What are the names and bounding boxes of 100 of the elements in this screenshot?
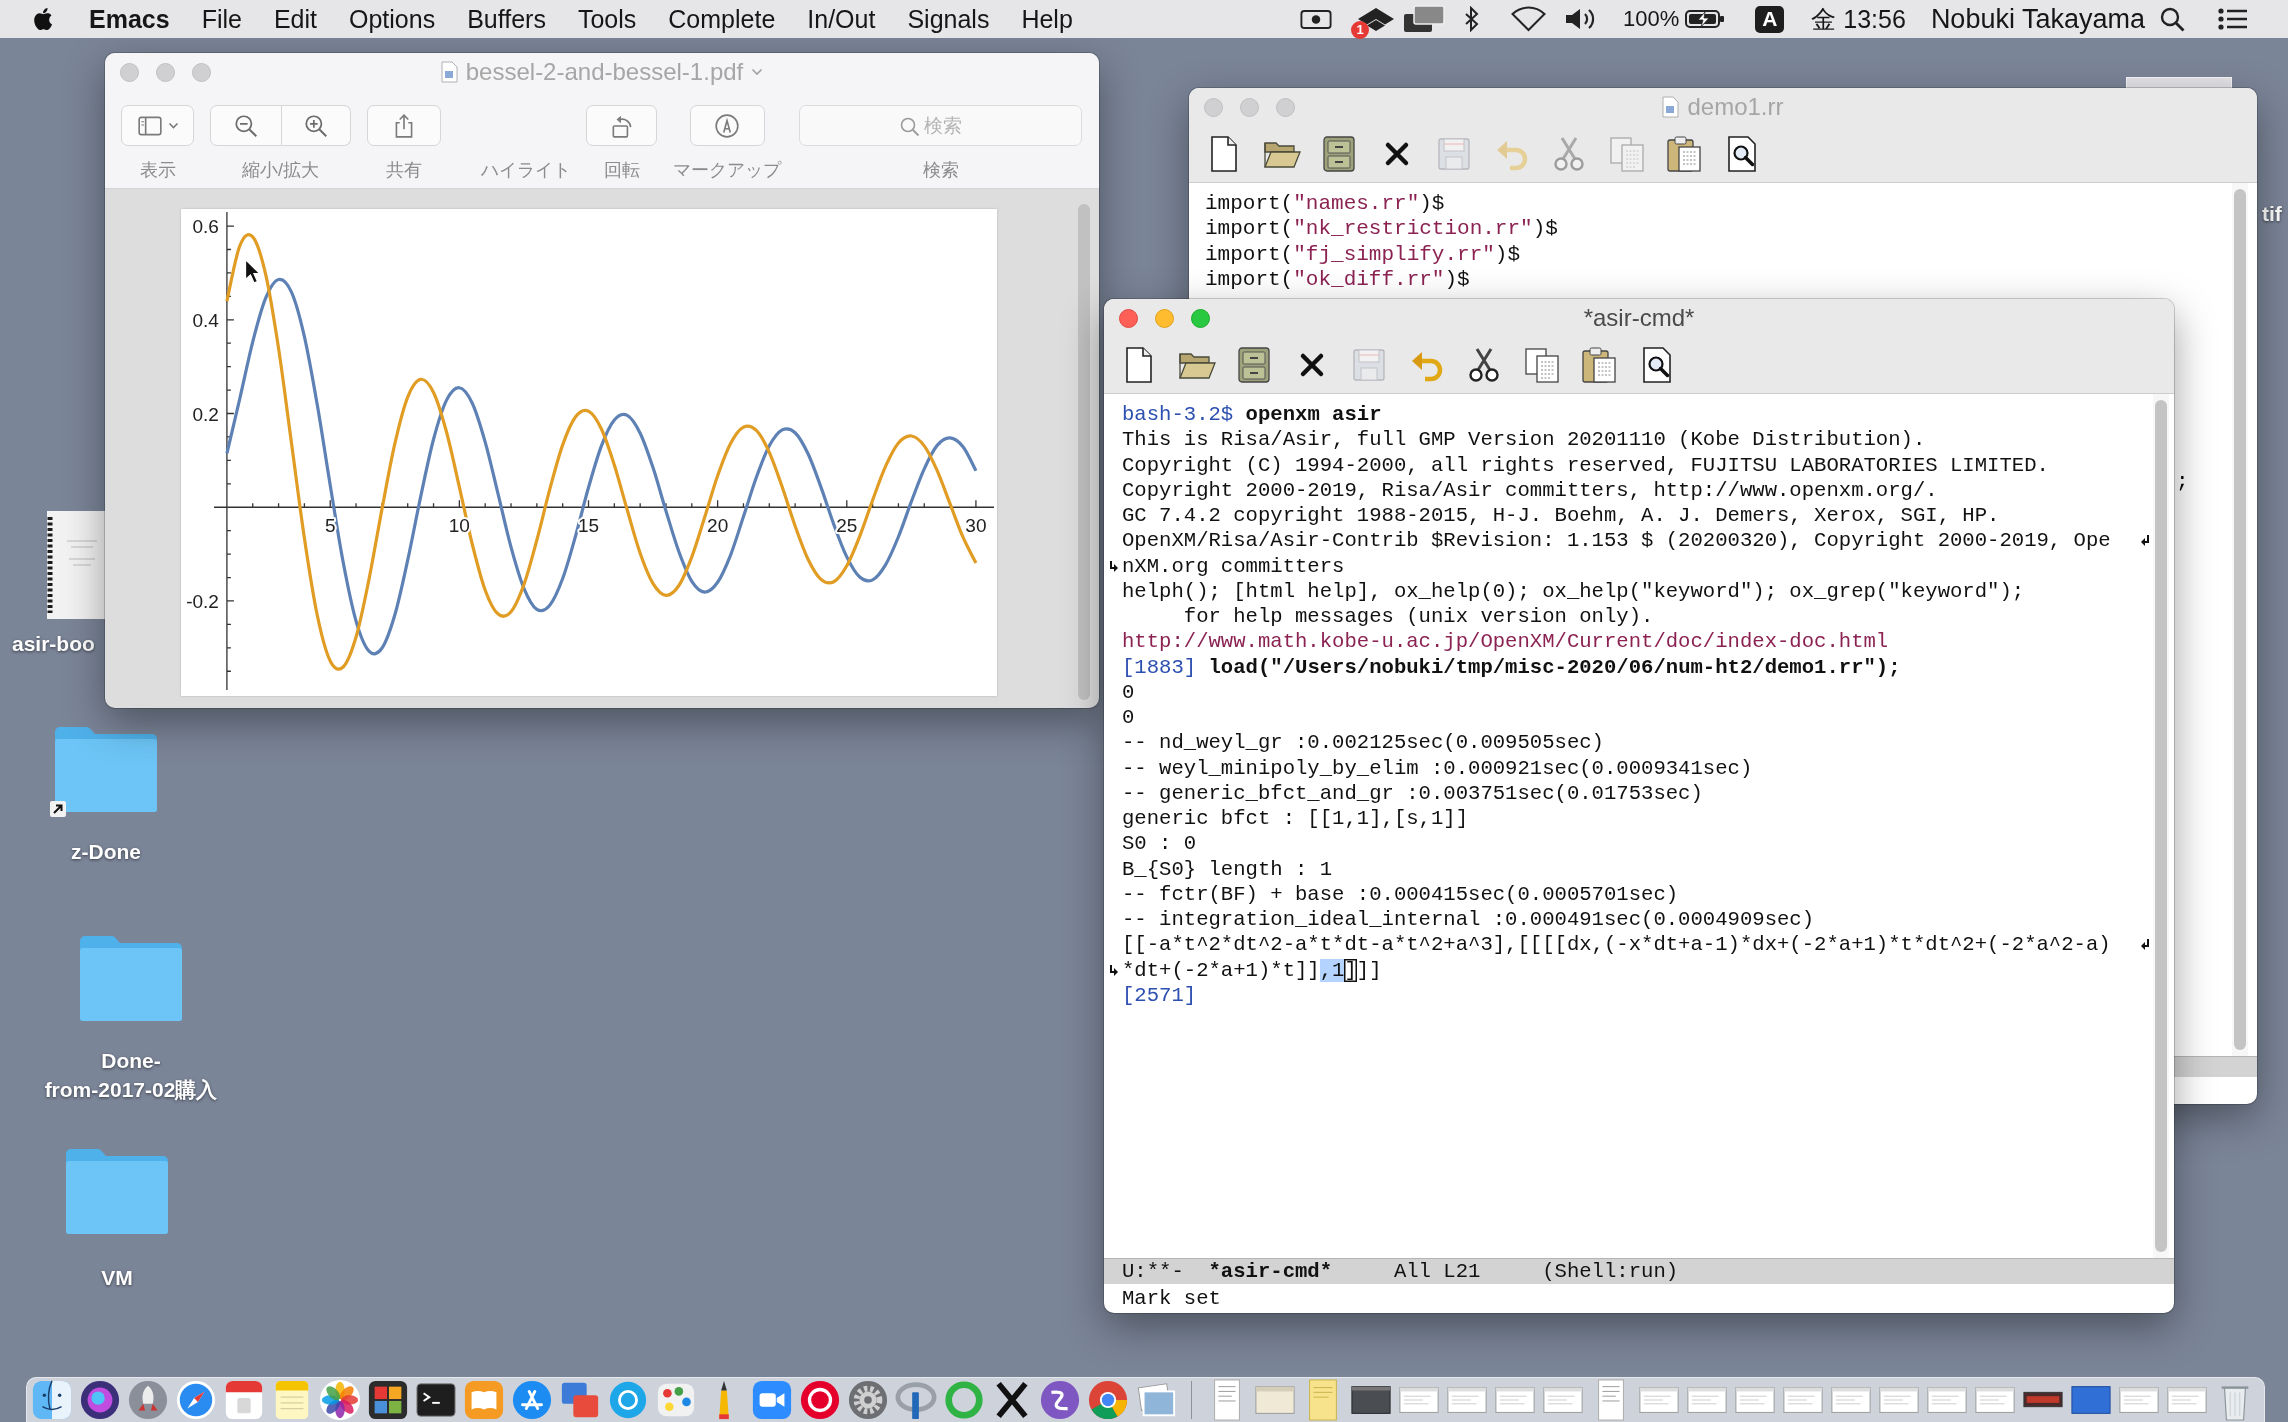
apple-icon[interactable]: [31, 6, 53, 32]
console-line: http://www.math.kobe-u.ac.jp/OpenXM/Current/doc/index-doc.html: [1122, 629, 1889, 655]
buffer-name: *asir-cmd*: [1208, 1260, 1333, 1283]
list-icon[interactable]: [2218, 7, 2248, 31]
scrollbar[interactable]: [2153, 394, 2169, 1258]
chevron-icon[interactable]: [751, 68, 764, 76]
console-line: S0 : 0: [1122, 831, 1197, 857]
toolbar-label: ハイライト: [481, 159, 571, 181]
console-line: Copyright (C) 1994-2000, all rights reserved, FUJITSU LABORATORIES LIMITED.: [1122, 452, 2049, 478]
wifi-icon[interactable]: [1511, 6, 1547, 32]
menu-item[interactable]: In/Out: [791, 4, 892, 34]
menu-item[interactable]: Options: [333, 4, 452, 34]
mouse-pointer-icon: [244, 258, 261, 285]
app-menu[interactable]: Emacs: [73, 4, 186, 34]
axis-tick-label: 0.6: [192, 216, 219, 238]
axis-tick-label: 5: [324, 515, 336, 537]
input-source-indicator[interactable]: A: [1755, 5, 1785, 33]
compass-icon[interactable]: [175, 1379, 217, 1421]
clipboard-icon[interactable]: [1580, 346, 1618, 384]
user-name[interactable]: Nobuki Takayama: [1930, 3, 2145, 35]
console-line: 0: [1122, 679, 1135, 705]
console-line: B_{S0} length : 1: [1122, 856, 1333, 882]
console-line: -- weyl_minipoly_by_elim :0.000921sec(0.0009341sec): [1122, 755, 1753, 781]
pen-circle-icon: [714, 112, 740, 139]
swirl-icon[interactable]: [1039, 1379, 1081, 1421]
flower-icon[interactable]: [319, 1379, 361, 1421]
scrollbar[interactable]: [1078, 204, 1090, 700]
video-camera-icon[interactable]: [751, 1379, 793, 1421]
window-title: bessel-2-and-bessel-1.pdf: [465, 58, 744, 86]
zoom-out-button[interactable]: [210, 105, 282, 146]
rocket-icon[interactable]: [127, 1379, 169, 1421]
menu-item[interactable]: Buffers: [451, 4, 562, 34]
bluetooth-icon[interactable]: [1464, 6, 1481, 32]
console-line: -- generic_bfct_and_gr :0.003751sec(0.01753sec): [1122, 780, 1703, 806]
zoom-button[interactable]: [192, 62, 211, 82]
console-line: for help messages (unix version only).: [1182, 604, 1654, 630]
face-tile-icon[interactable]: [31, 1379, 73, 1421]
buffer-position: All L21: [1393, 1260, 1481, 1283]
minimize-button[interactable]: [1155, 308, 1174, 328]
book-icon[interactable]: [463, 1379, 505, 1421]
major-mode: (Shell:run): [1542, 1260, 1679, 1283]
markup-button[interactable]: [689, 105, 765, 146]
toolbar-label: 表示: [139, 159, 176, 181]
search-icon: [898, 115, 920, 137]
axis-tick-label: -0.2: [186, 590, 219, 612]
file-name-label: VM: [101, 1265, 133, 1291]
buffer-status: U:**-: [1122, 1260, 1184, 1283]
gear-icon[interactable]: [847, 1379, 889, 1421]
menu-item[interactable]: Help: [1005, 4, 1089, 34]
console-line: [2571]: [1122, 982, 1197, 1008]
disc-icon[interactable]: [799, 1379, 841, 1421]
scrollbar[interactable]: [2232, 183, 2248, 1056]
console-line: [[-a*t^2*dt^2-a*t*dt-a*t^2+a^3],[[[[dx,(-x*dt+a-1)*dx+(-2*a+1)*t*dt^2+(-2*a^2-a): [1122, 932, 2111, 958]
rotate-button[interactable]: [586, 105, 657, 146]
battery-percentage[interactable]: 100%: [1623, 6, 1680, 32]
record-icon[interactable]: [1300, 7, 1333, 31]
battery-icon[interactable]: [1685, 8, 1726, 30]
zoom-in-button[interactable]: [282, 105, 351, 146]
clock-text[interactable]: 金 13:56: [1811, 2, 1906, 36]
clipboard-icon[interactable]: [1665, 135, 1703, 173]
zoom-button[interactable]: [1191, 308, 1210, 328]
toolbar-label: 検索: [922, 159, 959, 181]
zoom-in-icon: [303, 112, 329, 139]
search-icon[interactable]: [2160, 6, 2185, 32]
ellipse-ring-icon[interactable]: [895, 1379, 937, 1421]
menu-item[interactable]: File: [185, 4, 258, 34]
share-button[interactable]: [367, 105, 441, 146]
orb-icon[interactable]: [79, 1379, 121, 1421]
minimize-button[interactable]: [156, 62, 175, 82]
console-line: nXM.org committers: [1122, 553, 1345, 579]
calendar-icon[interactable]: [223, 1379, 265, 1421]
window-title: demo1.rr: [1687, 93, 1784, 121]
file-name-label: z-Done: [71, 839, 141, 865]
axis-tick-label: 20: [707, 515, 729, 537]
file-name-label: tif: [2262, 201, 2282, 227]
grid-icon[interactable]: [367, 1379, 409, 1421]
sidebar-button[interactable]: [121, 105, 194, 146]
close-button[interactable]: [120, 62, 139, 82]
file-name-label: asir-boo: [12, 631, 95, 657]
menu-item[interactable]: Signals: [891, 4, 1006, 34]
app-store-icon[interactable]: [511, 1379, 553, 1421]
axis-tick-label: 0.4: [192, 309, 219, 331]
copy-icon[interactable]: [1522, 346, 1561, 384]
search-field[interactable]: 検索: [799, 105, 1082, 146]
menu-item[interactable]: Tools: [561, 4, 653, 34]
ring-icon[interactable]: [943, 1379, 985, 1421]
cards-icon[interactable]: [1403, 5, 1446, 33]
file-name-label: Done- from-2017-02購入: [44, 1048, 218, 1103]
menu-item[interactable]: Complete: [652, 4, 792, 34]
menu-item[interactable]: Edit: [257, 4, 333, 34]
chat-bubble-icon[interactable]: [607, 1379, 649, 1421]
axis-tick-label: 30: [965, 515, 987, 537]
document-icon[interactable]: [47, 511, 105, 619]
cabinet-icon[interactable]: [1235, 346, 1273, 384]
console-line: This is Risa/Asir, full GMP Version 20201110 (Kobe Distribution).: [1122, 427, 1926, 453]
close-button[interactable]: [1119, 308, 1138, 328]
cabinet-icon[interactable]: [1320, 135, 1358, 173]
console-line: [1883] load("/Users/nobuki/tmp/misc-2020/06/num-ht2/demo1.rr");: [1122, 654, 1901, 680]
segmented-circle-icon[interactable]: [1087, 1379, 1129, 1421]
axis-tick-label: 25: [836, 515, 858, 537]
